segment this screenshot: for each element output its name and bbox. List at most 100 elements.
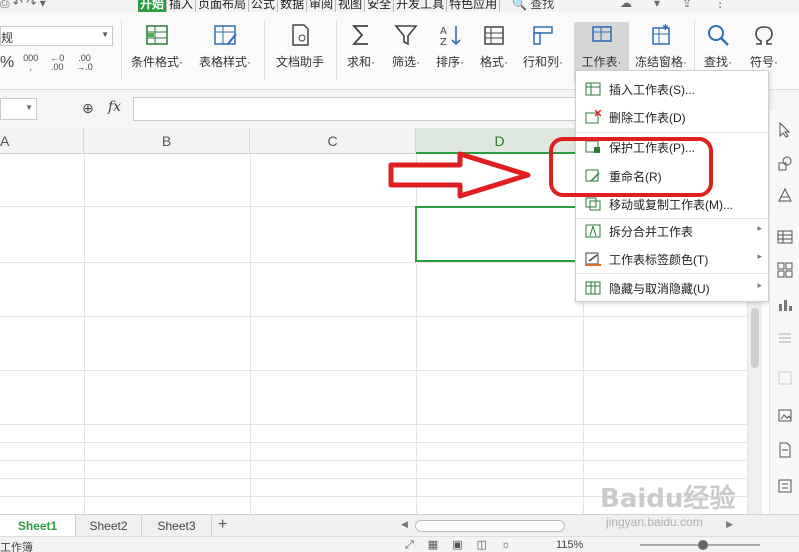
document-icon[interactable] <box>777 442 793 458</box>
right-side-panel <box>769 110 799 530</box>
menu-item-split-merge[interactable]: 拆分合并工作表 ▸ <box>576 217 770 245</box>
format-button[interactable]: 格式· <box>476 22 512 84</box>
sheet-tab-3[interactable]: Sheet3 <box>142 515 212 537</box>
sum-button[interactable]: 求和· <box>343 22 379 84</box>
vertical-scrollbar[interactable] <box>748 300 762 514</box>
formula-input[interactable] <box>133 97 583 121</box>
grid-line <box>0 442 748 443</box>
table-icon[interactable] <box>777 229 793 245</box>
sheet-tab-1[interactable]: Sheet1 <box>0 515 76 537</box>
annotation-highlight <box>549 137 713 197</box>
table-style-button[interactable]: 表格样式· <box>195 22 255 84</box>
format-label: 格式· <box>480 55 508 69</box>
filter-label: 筛选· <box>392 55 420 69</box>
menu-search[interactable]: 🔍 查找 <box>512 0 554 12</box>
sort-button[interactable]: AZ 排序· <box>432 22 468 84</box>
increase-decimal-button[interactable]: ←0.00 <box>50 54 64 72</box>
percent-button[interactable]: % <box>0 54 14 72</box>
tab-developer[interactable]: 开发工具 <box>394 0 448 12</box>
row-column-icon <box>533 26 553 45</box>
tab-special[interactable]: 特色应用 <box>447 0 501 12</box>
number-format-buttons: % 000, ←0.00 .00 →.0 <box>0 54 105 72</box>
tab-security[interactable]: 安全 <box>365 0 395 12</box>
grid-line <box>0 370 748 371</box>
scroll-thumb[interactable] <box>751 308 759 368</box>
fx-label[interactable]: fx <box>108 99 121 115</box>
table-style-label: 表格样式· <box>199 55 251 69</box>
menu-item-tab-color[interactable]: 工作表标签颜色(T) ▸ <box>576 245 770 273</box>
svg-text:Z: Z <box>440 37 447 48</box>
thousands-button[interactable]: 000, <box>23 54 38 72</box>
tab-insert[interactable]: 插入 <box>167 0 197 12</box>
inc-decimal-label: .00 <box>51 62 64 72</box>
freeze-panes-icon: ✱ <box>652 23 670 45</box>
tab-review[interactable]: 审阅 <box>307 0 337 12</box>
scroll-thumb[interactable] <box>415 520 565 532</box>
chevron-right-icon[interactable]: ▶ <box>726 519 733 530</box>
quick-access-icons[interactable]: ⎙ ↶ ↷ ▾ <box>0 0 46 11</box>
apps-icon[interactable] <box>777 262 793 278</box>
search-icon <box>708 25 729 46</box>
style-icon[interactable] <box>777 187 793 203</box>
column-header-a-label: A <box>0 133 10 149</box>
chevron-down-icon: ▼ <box>25 103 33 112</box>
menu-item-hide-unhide[interactable]: 隐藏与取消隐藏(U) ▸ <box>576 274 770 302</box>
symbol-label: 符号· <box>750 55 778 69</box>
doc-assistant-button[interactable]: 文档助手 <box>274 22 326 84</box>
decrease-decimal-button[interactable]: .00 →.0 <box>76 54 93 72</box>
number-format-value: 规 <box>1 31 14 45</box>
cursor-icon[interactable] <box>777 122 793 138</box>
tab-data[interactable]: 数据 <box>278 0 308 12</box>
export-icon[interactable] <box>777 370 793 386</box>
menu-item-delete-sheet[interactable]: 删除工作表(D) <box>576 103 770 131</box>
column-header-a[interactable]: A <box>0 128 84 154</box>
menu-item-label: 隐藏与取消隐藏(U) <box>609 282 710 296</box>
column-header-c-label: C <box>327 133 338 149</box>
annotation-arrow <box>388 151 531 199</box>
baidu-watermark-url: jingyan.baidu.com <box>606 515 703 529</box>
zoom-lens-icon[interactable]: ⊕ <box>82 100 94 117</box>
svg-text:✱: ✱ <box>662 23 669 32</box>
settings-icon[interactable] <box>777 478 793 494</box>
sigma-icon <box>351 25 368 45</box>
menu-item-insert-sheet[interactable]: 插入工作表(S)... <box>576 75 770 103</box>
split-merge-icon <box>585 224 601 238</box>
svg-text:A: A <box>440 26 447 37</box>
shapes-icon[interactable] <box>777 155 793 171</box>
delete-sheet-icon <box>585 110 601 124</box>
sort-label: 排序· <box>436 55 464 69</box>
grid-line <box>0 460 748 461</box>
table-style-icon <box>214 25 237 45</box>
column-header-b[interactable]: B <box>84 128 250 154</box>
zoom-level[interactable]: 115% <box>556 539 583 551</box>
image-icon[interactable] <box>777 407 793 423</box>
view-mode-icons[interactable]: ⤢▦▣◫☼ <box>405 538 525 552</box>
grid-line <box>0 316 748 317</box>
add-sheet-button[interactable]: + <box>218 515 227 535</box>
conditional-format-button[interactable]: 条件格式· <box>128 22 186 84</box>
ribbon-divider <box>336 20 337 80</box>
tab-view[interactable]: 视图 <box>336 0 366 12</box>
ribbon-divider <box>264 20 265 80</box>
chart-icon[interactable] <box>777 296 793 312</box>
tab-page-layout[interactable]: 页面布局 <box>196 0 250 12</box>
menu-bar: ⎙ ↶ ↷ ▾ 开始 插入 页面布局 公式 数据 审阅 视图 安全 开发工具 特… <box>0 0 799 12</box>
filter-button[interactable]: 筛选· <box>388 22 424 84</box>
omega-icon <box>755 26 773 45</box>
sheet-tab-2[interactable]: Sheet2 <box>76 515 142 537</box>
chevron-left-icon[interactable]: ◀ <box>401 519 408 530</box>
lines-icon[interactable] <box>777 330 793 346</box>
number-format-select[interactable]: 规 ▼ <box>0 26 113 46</box>
find-label: 查找· <box>704 55 732 69</box>
tab-formula[interactable]: 公式 <box>249 0 279 12</box>
selected-cell[interactable] <box>415 206 583 262</box>
menu-item-label: 移动或复制工作表(M)... <box>609 198 733 212</box>
thousands-label: 000 <box>23 53 39 63</box>
tab-home[interactable]: 开始 <box>138 0 168 12</box>
zoom-slider-knob[interactable] <box>698 540 708 550</box>
name-box[interactable]: ▼ <box>0 98 37 120</box>
row-column-button[interactable]: 行和列· <box>520 22 566 84</box>
window-icons[interactable]: ☁▾⇪⋮ <box>620 0 748 10</box>
baidu-watermark: Baidu经验 <box>600 484 736 514</box>
menu-tabs: 开始 插入 页面布局 公式 数据 审阅 视图 安全 开发工具 特色应用 <box>138 0 501 12</box>
